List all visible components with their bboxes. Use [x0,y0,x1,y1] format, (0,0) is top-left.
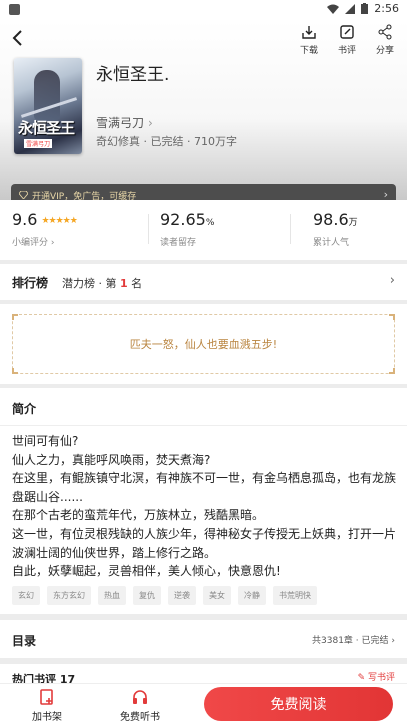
tag-list: 玄幻 东方玄幻 热血 复仇 逆袭 美女 冷静 书荒明快 [12,586,317,605]
write-review-button[interactable]: ✎ 写书评 [358,670,395,683]
stats-panel: 9.6 ★★★★★ 小编评分 › 92.65% 读者留存 98.6万 累计人气 [0,200,407,260]
battery-icon [361,3,369,14]
rank-row[interactable]: 排行榜 潜力榜 · 第 1 名 › [0,264,407,300]
quote-text: 匹夫一怒，仙人也要血溅五步! [129,338,278,351]
share-icon [378,24,392,40]
popularity-stat: 98.6万 累计人气 [313,210,358,248]
quote-section: 匹夫一怒，仙人也要血溅五步! [0,304,407,384]
toc-summary: 共3381章 · 已完结 › [312,636,395,646]
bottom-bar: 加书架 免费听书 免费阅读 [0,683,407,725]
book-cover: 永恒圣王 雪满弓刀 [14,58,82,154]
listen-button[interactable]: 免费听书 [120,688,160,723]
status-time: 2:56 [374,2,399,15]
share-button[interactable]: 分享 [373,24,397,56]
headphones-icon [133,690,147,704]
rating-stars-icon: ★★★★★ [41,216,77,226]
status-bar: 2:56 [0,0,407,20]
bookshelf-add-icon [40,689,53,705]
book-title: 永恒圣王. [96,65,170,85]
pen-icon: ✎ [357,673,368,683]
tag[interactable]: 冷静 [238,586,266,605]
free-read-button[interactable]: 免费阅读 [204,687,393,721]
tag[interactable]: 美女 [203,586,231,605]
notification-icon [9,4,20,15]
hot-reviews-header: 热门书评 17 ✎ 写书评 [0,664,407,686]
chevron-right-icon: › [148,116,153,130]
tag[interactable]: 逆袭 [168,586,196,605]
review-button[interactable]: 书评 [335,24,359,56]
tag[interactable]: 书荒明快 [273,586,317,605]
book-header: 下载 书评 分享 永恒圣王 雪满弓刀 永恒圣王. 雪满弓刀 › 奇幻修真 · 已完… [0,20,407,206]
book-meta: 奇幻修真 · 已完结 · 710万字 [96,135,237,148]
toc-heading: 目录 [12,634,37,648]
download-button[interactable]: 下载 [297,24,321,56]
tag[interactable]: 复仇 [133,586,161,605]
wifi-icon [327,4,340,14]
intro-section: 简介 世间可有仙? 仙人之力，真能呼风唤雨，焚天煮海? 在这里，有鲲族镇守北溟，… [0,388,407,614]
tag[interactable]: 东方玄幻 [47,586,91,605]
diamond-icon [19,191,28,199]
score-stat[interactable]: 9.6 ★★★★★ 小编评分 › [12,210,78,248]
quote-box: 匹夫一怒，仙人也要血溅五步! [12,314,395,374]
tag[interactable]: 玄幻 [12,586,40,605]
author-link[interactable]: 雪满弓刀 › [96,114,153,131]
rank-value: 潜力榜 · 第 1 名 [62,277,143,290]
add-shelf-button[interactable]: 加书架 [32,688,62,723]
retention-stat: 92.65% 读者留存 [160,210,215,248]
cover-author: 雪满弓刀 [24,139,53,148]
download-icon [302,26,316,39]
rank-heading: 排行榜 [12,276,49,290]
chevron-right-icon: › [389,273,395,288]
intro-heading: 简介 [12,402,37,416]
signal-icon [345,3,356,14]
intro-text: 世间可有仙? 仙人之力，真能呼风唤雨，焚天煮海? 在这里，有鲲族镇守北溟，有神族… [12,434,397,579]
toc-row[interactable]: 目录 共3381章 · 已完结 › [0,620,407,658]
back-arrow-icon[interactable] [8,28,28,48]
tag[interactable]: 热血 [98,586,126,605]
cover-title: 永恒圣王 [18,119,75,137]
edit-review-icon [340,25,354,39]
